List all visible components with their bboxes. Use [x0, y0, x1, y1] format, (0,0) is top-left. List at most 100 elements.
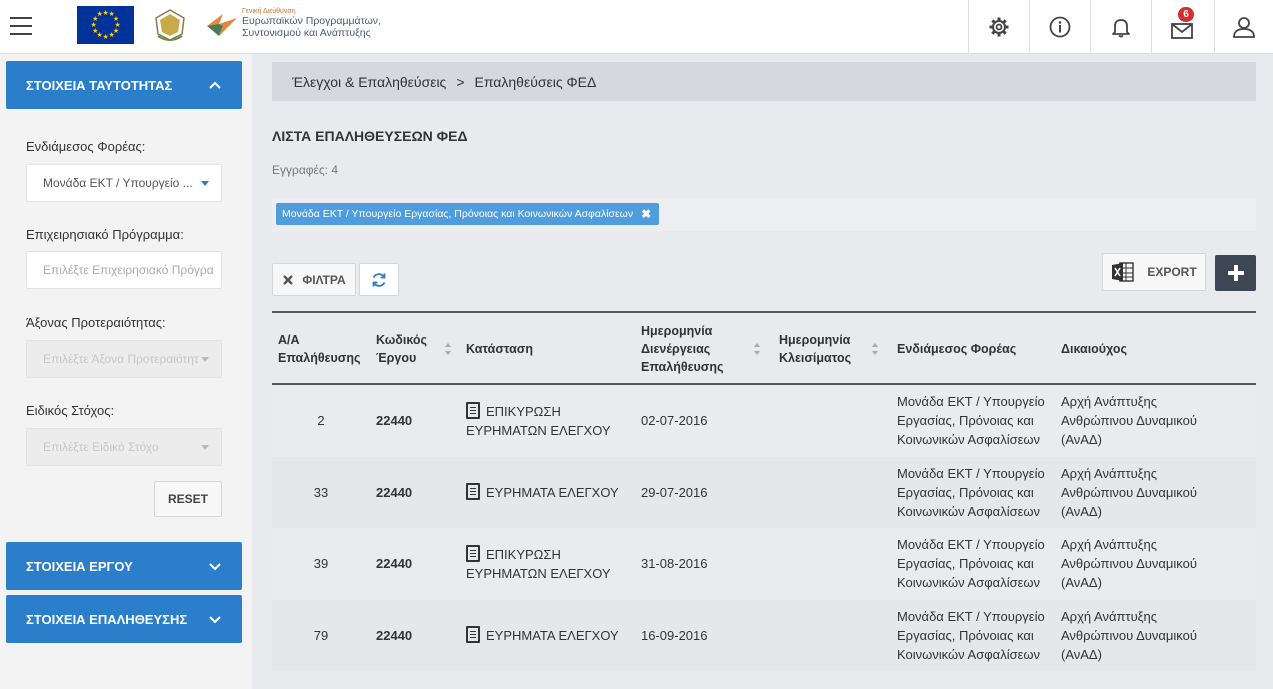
- document-icon: [466, 544, 480, 562]
- sort-icon[interactable]: [753, 342, 761, 356]
- cell-body: Μονάδα ΕΚΤ / Υπουργείο Εργασίας, Πρόνοιας…: [897, 385, 1057, 457]
- beneficiary-text: (ΑνΑΔ): [1061, 503, 1102, 519]
- table-row[interactable]: 39 22440 ΕΠΙΚΥΡΩΣΗ ΕΥΡΗΜΑΤΩΝ ΕΛΕΓΧΟΥ 31-0…: [272, 528, 1256, 600]
- logo-line-2: Ευρωπαϊκών Προγραμμάτων,: [242, 15, 381, 27]
- project-panel-header[interactable]: ΣΤΟΙΧΕΙΑ ΕΡΓΟΥ: [6, 542, 242, 590]
- table-row[interactable]: 79 22440 ΕΥΡΗΜΑΤΑ ΕΛΕΓΧΟΥ 16-09-2016 Μον…: [272, 599, 1256, 672]
- body-text: Κοινωνικών Ασφαλίσεων: [897, 646, 1041, 662]
- beneficiary-text: Αρχή Ανάπτυξης: [1061, 608, 1157, 624]
- table-row[interactable]: 2 22440 ΕΠΙΚΥΡΩΣΗ ΕΥΡΗΜΑΤΩΝ ΕΛΕΓΧΟΥ 02-07…: [272, 385, 1256, 457]
- column-header-date[interactable]: Ημερομηνία Διενέργειας Επαλήθευσης: [641, 313, 766, 385]
- breadcrumb-checks[interactable]: Έλεγχοι & Επαληθεύσεις: [292, 74, 446, 90]
- beneficiary-text: Ανθρώπινου Δυναμικού: [1061, 556, 1197, 572]
- filter-chip-label: Μονάδα ΕΚΤ / Υπουργείο Εργασίας, Πρόνοια…: [282, 208, 634, 220]
- gear-icon: [989, 17, 1009, 37]
- operational-program-label: Επιχειρησιακό Πρόγραμμα:: [26, 227, 184, 242]
- document-icon: [466, 482, 480, 500]
- notifications-button[interactable]: [1090, 0, 1151, 54]
- menu-icon[interactable]: [10, 17, 32, 37]
- operational-program-select[interactable]: Επιλέξτε Επιχειρησιακό Πρόγρα: [26, 251, 222, 289]
- header-text: Επαλήθευσης: [641, 360, 724, 374]
- verification-panel-header[interactable]: ΣΤΟΙΧΕΙΑ ΕΠΑΛΗΘΕΥΣΗΣ: [6, 595, 242, 643]
- cell-code: 22440: [376, 484, 413, 500]
- table-row[interactable]: 33 22440 ΕΥΡΗΜΑΤΑ ΕΛΕΓΧΟΥ 29-07-2016 Μον…: [272, 456, 1256, 529]
- cell-aa: 79: [313, 627, 329, 643]
- status-text: ΕΠΙΚΥΡΩΣΗ: [486, 403, 561, 419]
- status-text: ΕΠΙΚΥΡΩΣΗ: [486, 546, 561, 562]
- sort-icon[interactable]: [871, 342, 879, 356]
- messages-button[interactable]: 6: [1151, 0, 1212, 54]
- reset-button[interactable]: RESET: [154, 481, 222, 517]
- beneficiary-text: (ΑνΑΔ): [1061, 575, 1102, 591]
- bell-icon: [1112, 19, 1130, 38]
- breadcrumb-separator: >: [456, 73, 465, 90]
- column-header-code[interactable]: Κωδικός Έργου: [376, 313, 456, 385]
- status-text: ΕΥΡΗΜΑΤΩΝ ΕΛΕΓΧΟΥ: [466, 565, 611, 581]
- eu-star-icon: ★: [96, 11, 103, 19]
- beneficiary-text: Ανθρώπινου Δυναμικού: [1061, 413, 1197, 429]
- user-button[interactable]: [1214, 0, 1273, 54]
- breadcrumb: Έλεγχοι & Επαληθεύσεις > Επαληθεύσεις ΦΕ…: [272, 62, 1256, 101]
- cell-date: 29-07-2016: [641, 484, 708, 500]
- breadcrumb-verifications[interactable]: Επαληθεύσεις ΦΕΔ: [475, 74, 597, 90]
- priority-axis-placeholder: Επιλέξτε Άξονα Προτεραιότητ: [43, 352, 199, 366]
- priority-axis-select[interactable]: Επιλέξτε Άξονα Προτεραιότητ: [26, 340, 222, 378]
- body-text: Μονάδα ΕΚΤ / Υπουργείο: [897, 465, 1045, 481]
- cell-body: Μονάδα ΕΚΤ / Υπουργείο Εργασίας, Πρόνοιας…: [897, 528, 1057, 600]
- priority-axis-label: Άξονας Προτεραιότητας:: [26, 315, 166, 330]
- cell-aa: 2: [317, 413, 325, 429]
- cell-aa: 33: [313, 484, 329, 500]
- export-button[interactable]: EXPORT: [1102, 253, 1206, 291]
- identity-panel-header[interactable]: ΣΤΟΙΧΕΙΑ ΤΑΥΤΟΤΗΤΑΣ: [6, 61, 242, 109]
- cell-beneficiary: Αρχή Ανάπτυξης Ανθρώπινου Δυναμικού (ΑνΑΔ): [1061, 457, 1251, 529]
- refresh-button[interactable]: [359, 263, 399, 296]
- chevron-down-icon: [209, 616, 221, 624]
- sort-icon[interactable]: [444, 342, 452, 356]
- header-text: Κωδικός: [376, 333, 428, 347]
- specific-objective-placeholder: Επιλέξτε Ειδικό Στόχο: [43, 440, 159, 454]
- cell-date: 02-07-2016: [641, 413, 708, 429]
- beneficiary-text: Αρχή Ανάπτυξης: [1061, 537, 1157, 553]
- cell-status[interactable]: ΕΥΡΗΜΑΤΑ ΕΛΕΓΧΟΥ: [466, 600, 636, 672]
- settings-button[interactable]: [968, 0, 1029, 54]
- cell-status[interactable]: ΕΥΡΗΜΑΤΑ ΕΛΕΓΧΟΥ: [466, 457, 636, 529]
- cell-aa: 39: [313, 556, 329, 572]
- header-text: Ημερομηνία: [641, 324, 713, 338]
- eu-star-icon: ★: [108, 31, 115, 39]
- active-filter-chip[interactable]: Μονάδα ΕΚΤ / Υπουργείο Εργασίας, Πρόνοια…: [276, 203, 660, 225]
- info-button[interactable]: [1029, 0, 1090, 54]
- caret-down-icon: [201, 181, 209, 186]
- chevron-up-icon: [209, 81, 221, 89]
- beneficiary-text: Ανθρώπινου Δυναμικού: [1061, 627, 1197, 643]
- add-verification-button[interactable]: [1215, 255, 1256, 291]
- header-text: Επαλήθευσης: [278, 351, 361, 365]
- column-header-aa[interactable]: Α/Α Επαλήθευσης: [278, 313, 368, 385]
- column-header-beneficiary[interactable]: Δικαιούχος: [1061, 313, 1221, 385]
- column-header-status[interactable]: Κατάσταση: [466, 313, 626, 385]
- remove-filter-icon[interactable]: ✖: [641, 207, 651, 221]
- beneficiary-text: Αρχή Ανάπτυξης: [1061, 465, 1157, 481]
- header-text: Διενέργειας: [641, 342, 711, 356]
- filters-button-label: ΦΙΛΤΡΑ: [302, 272, 346, 287]
- header-text: Ενδιάμεσος Φορέας: [897, 342, 1017, 356]
- directorate-logo: Γενική Διεύθυνση Ευρωπαϊκών Προγραμμάτων…: [205, 6, 381, 48]
- body-text: Εργασίας, Πρόνοιας και: [897, 556, 1034, 572]
- column-header-body[interactable]: Ενδιάμεσος Φορέας: [897, 313, 1057, 385]
- body-text: Μονάδα ΕΚΤ / Υπουργείο: [897, 608, 1045, 624]
- project-panel-title: ΣΤΟΙΧΕΙΑ ΕΡΓΟΥ: [26, 558, 133, 574]
- status-text: ΕΥΡΗΜΑΤΩΝ ΕΛΕΓΧΟΥ: [466, 422, 611, 438]
- intermediate-body-label: Ενδιάμεσος Φορέας:: [26, 139, 146, 154]
- specific-objective-select[interactable]: Επιλέξτε Ειδικό Στόχο: [26, 428, 222, 466]
- identity-panel-title: ΣΤΟΙΧΕΙΑ ΤΑΥΤΟΤΗΤΑΣ: [26, 77, 173, 93]
- beneficiary-text: Αρχή Ανάπτυξης: [1061, 394, 1157, 410]
- cell-status[interactable]: ΕΠΙΚΥΡΩΣΗ ΕΥΡΗΜΑΤΩΝ ΕΛΕΓΧΟΥ: [466, 528, 636, 600]
- column-header-closing-date[interactable]: Ημερομηνία Κλεισίματος: [779, 313, 889, 385]
- intermediate-body-select[interactable]: Μονάδα ΕΚΤ / Υπουργείο ...: [26, 164, 222, 202]
- filters-button[interactable]: ΦΙΛΤΡΑ: [272, 263, 356, 296]
- body-text: Εργασίας, Πρόνοιας και: [897, 413, 1034, 429]
- header-text: Κλεισίματος: [779, 351, 852, 365]
- mail-icon: [1171, 23, 1193, 39]
- info-icon: [1049, 16, 1071, 38]
- page-title: ΛΙΣΤΑ ΕΠΑΛΗΘΕΥΣΕΩΝ ΦΕΔ: [272, 128, 468, 144]
- cell-status[interactable]: ΕΠΙΚΥΡΩΣΗ ΕΥΡΗΜΑΤΩΝ ΕΛΕΓΧΟΥ: [466, 385, 636, 457]
